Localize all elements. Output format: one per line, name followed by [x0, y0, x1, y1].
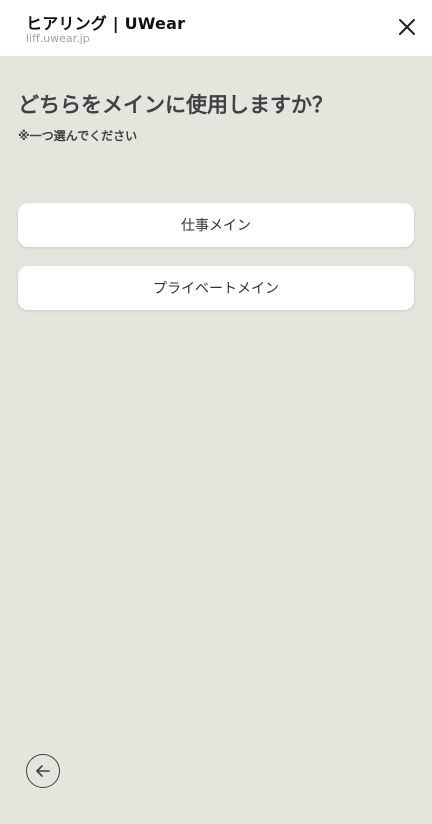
close-icon [399, 19, 415, 35]
header-url: liff.uwear.jp [26, 32, 90, 45]
back-button[interactable] [26, 754, 60, 788]
arrow-left-icon [36, 765, 50, 777]
option-label: プライベートメイン [153, 281, 279, 297]
header-title: ヒアリング | UWear [26, 14, 186, 33]
option-work-main-button[interactable]: 仕事メイン [18, 203, 414, 247]
instruction-note: ※一つ選んでください [18, 129, 138, 143]
option-private-main-button[interactable]: プライベートメイン [18, 266, 414, 310]
app-header: ヒアリング | UWear liff.uwear.jp [0, 0, 432, 56]
question-heading: どちらをメインに使用しますか？ [18, 93, 333, 117]
option-label: 仕事メイン [181, 218, 251, 234]
close-button[interactable] [392, 12, 422, 42]
